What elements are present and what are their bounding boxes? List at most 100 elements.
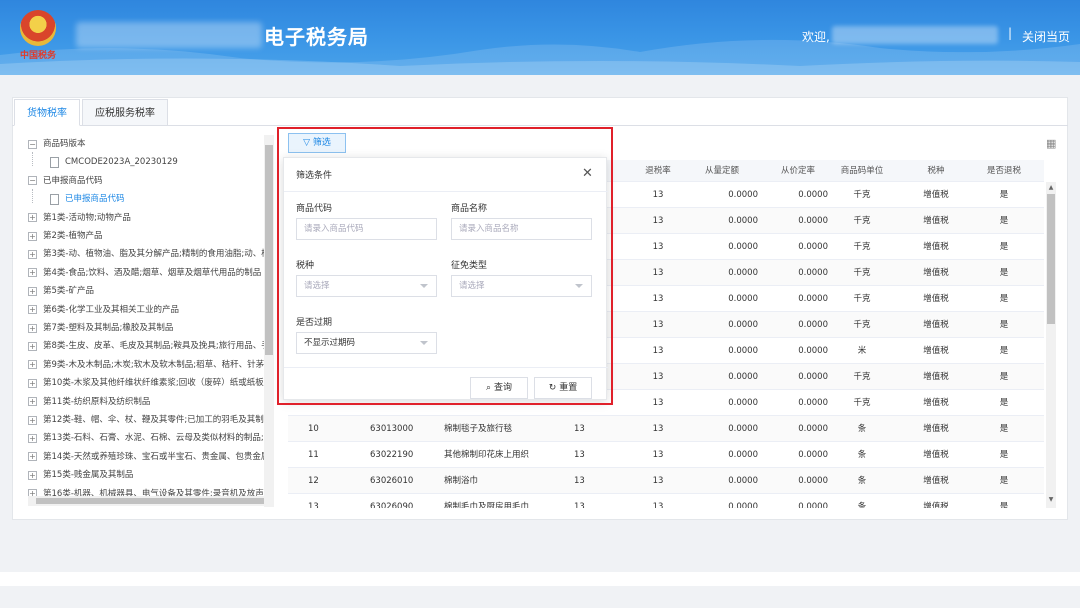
table-cell-tax: 增值税 (923, 372, 949, 382)
table-cell-isrefund: 是 (999, 242, 1009, 252)
table-cell-refund: 13 (652, 190, 664, 200)
column-settings-icon[interactable]: ▦ (1046, 137, 1058, 150)
column-header[interactable]: 从价定率 (768, 160, 828, 182)
tree-node[interactable]: − 已申报商品代码 (28, 172, 103, 190)
tree-node[interactable]: CMCODE2023A_20230129 (50, 153, 178, 171)
tree-node-label: 已申报商品代码 (43, 175, 103, 186)
code-input[interactable]: 请录入商品代码 (296, 218, 437, 240)
expired-select[interactable]: 不显示过期码 (296, 332, 437, 354)
table-cell-code: 63026090 (370, 502, 414, 508)
tree-node[interactable]: + 第14类-天然或养殖珍珠、宝石或半宝石、贵金属、包贵金属 (28, 448, 268, 466)
filter-icon: ▽ (303, 138, 311, 148)
query-button[interactable]: ⌕ 查询 (470, 377, 528, 399)
table-cell-tax: 增值税 (923, 216, 949, 226)
tree-node[interactable]: + 第11类-纺织原料及纺织制品 (28, 393, 150, 411)
close-page-link[interactable]: 关闭当页 (1022, 28, 1070, 45)
expand-icon[interactable]: + (28, 268, 37, 278)
tree-node[interactable]: + 第12类-鞋、帽、伞、杖、鞭及其零件;已加工的羽毛及其制 (28, 411, 264, 429)
table-cell-fixed: 0.0000 (728, 450, 758, 460)
tree-vertical-scrollbar[interactable] (264, 135, 274, 507)
filter-button[interactable]: ▽ 筛选 (288, 133, 346, 153)
expand-icon[interactable]: + (28, 249, 37, 259)
table-cell-refund: 13 (652, 242, 664, 252)
chevron-down-icon (575, 284, 583, 288)
expand-icon[interactable]: + (28, 415, 37, 425)
table-cell-adval: 0.0000 (798, 372, 828, 382)
tab-bar: 货物税率 应税服务税率 (14, 99, 170, 126)
name-input[interactable]: 请录入商品名称 (451, 218, 592, 240)
table-cell-code: 63022190 (370, 450, 414, 460)
tree-node[interactable]: + 第9类-木及木制品;木炭;软木及软木制品;稻草、秸秆、针茅 (28, 356, 264, 374)
column-header[interactable]: 商品码单位 (834, 160, 890, 182)
table-cell-fixed: 0.0000 (728, 268, 758, 278)
column-header[interactable]: 退税率 (628, 160, 688, 182)
table-cell-isrefund: 是 (999, 476, 1009, 486)
table-cell-rate: 13 (574, 424, 585, 434)
tab-goods-tax-rate[interactable]: 货物税率 (14, 99, 80, 126)
tree-node-label: 第15类-贱金属及其制品 (43, 470, 134, 481)
tree-node[interactable]: + 第6类-化学工业及其相关工业的产品 (28, 301, 179, 319)
tree-node[interactable]: + 第1类-活动物;动物产品 (28, 209, 131, 227)
tree-node[interactable]: + 第15类-贱金属及其制品 (28, 466, 133, 484)
chevron-down-icon (420, 341, 428, 345)
table-row[interactable]: 13 63026090 棉制毛巾及厨房用毛巾 13 13 0.0000 0.0000 条 增值税… (288, 494, 1044, 508)
code-label: 商品代码 (296, 204, 333, 214)
expand-icon[interactable]: + (28, 452, 37, 462)
table-row[interactable]: 11 63022190 其他棉制印花床上用织 13 13 0.0000 0.0000 条 增值税… (288, 442, 1044, 468)
blurred-user-name (832, 26, 998, 44)
close-icon[interactable]: ✕ (582, 166, 593, 181)
tree-node[interactable]: + 第2类-植物产品 (28, 227, 102, 245)
expand-icon[interactable]: + (28, 378, 37, 388)
expand-icon[interactable]: + (28, 323, 37, 333)
expand-icon[interactable]: + (28, 433, 37, 443)
table-cell-rate: 13 (574, 450, 585, 460)
table-cell-isrefund: 是 (999, 372, 1009, 382)
tree-horizontal-scrollbar[interactable] (28, 496, 274, 506)
tree-node[interactable]: + 第13类-石料、石膏、水泥、石棉、云母及类似材料的制品; (28, 429, 264, 447)
table-cell-name: 棉制浴巾 (444, 476, 479, 486)
tree-node[interactable]: − 商品码版本 (28, 135, 86, 153)
column-header[interactable]: 税种 (906, 160, 966, 182)
table-cell-tax: 增值税 (923, 320, 949, 330)
tree-node-label: 第6类-化学工业及其相关工业的产品 (43, 304, 179, 315)
expand-icon[interactable]: + (28, 231, 37, 241)
tree-node-label: CMCODE2023A_20230129 (65, 157, 178, 168)
exempt-type-label: 征免类型 (451, 261, 488, 271)
table-vertical-scrollbar[interactable]: ▲ ▼ (1046, 182, 1056, 508)
tree-node[interactable]: + 第5类-矿产品 (28, 282, 94, 300)
table-row[interactable]: 10 63013000 棉制毯子及旅行毯 13 13 0.0000 0.0000 条 增值税 是 (288, 416, 1044, 442)
filter-popup: 筛选条件 ✕ 商品代码 请录入商品代码 商品名称 请录入商品名称 税种 请选择 … (283, 157, 608, 400)
column-header[interactable]: 从量定额 (692, 160, 752, 182)
table-cell-fixed: 0.0000 (728, 398, 758, 408)
tree-node[interactable]: + 第4类-食品;饮料、酒及醋;烟草、烟草及烟草代用品的制品 (28, 264, 261, 282)
table-row[interactable]: 12 63026010 棉制浴巾 13 13 0.0000 0.0000 条 增值税 是 (288, 468, 1044, 494)
tree-node[interactable]: + 第8类-生皮、皮革、毛皮及其制品;鞍具及挽具;旅行用品、手 (28, 337, 268, 355)
expand-icon[interactable]: + (28, 470, 37, 480)
tree-node-label: 第1类-活动物;动物产品 (43, 212, 131, 223)
tab-service-tax-rate[interactable]: 应税服务税率 (82, 99, 168, 126)
table-cell-tax: 增值税 (923, 294, 949, 304)
table-cell-fixed: 0.0000 (728, 346, 758, 356)
expand-icon[interactable]: + (28, 397, 37, 407)
expand-icon[interactable]: + (28, 305, 37, 315)
collapse-icon[interactable]: − (28, 176, 37, 186)
reset-icon: ↻ (548, 383, 557, 393)
table-cell-adval: 0.0000 (798, 190, 828, 200)
expand-icon[interactable]: + (28, 360, 37, 370)
expand-icon[interactable]: + (28, 286, 37, 296)
expand-icon[interactable]: + (28, 213, 37, 223)
collapse-icon[interactable]: − (28, 139, 37, 149)
exempt-type-select[interactable]: 请选择 (451, 275, 592, 297)
tree-node[interactable]: 已申报商品代码 (50, 190, 125, 208)
reset-button[interactable]: ↻ 重置 (534, 377, 592, 399)
tax-emblem-logo: 中国税务 (14, 8, 62, 64)
table-cell-tax: 增值税 (923, 476, 949, 486)
tree-node[interactable]: + 第7类-塑料及其制品;橡胶及其制品 (28, 319, 173, 337)
tree-node[interactable]: + 第3类-动、植物油、脂及其分解产品;精制的食用油脂;动、植 (28, 245, 268, 263)
expand-icon[interactable]: + (28, 341, 37, 351)
table-cell-isrefund: 是 (999, 346, 1009, 356)
table-cell-fixed: 0.0000 (728, 320, 758, 330)
column-header[interactable]: 是否退税 (974, 160, 1034, 182)
tree-node[interactable]: + 第10类-木浆及其他纤维状纤维素浆;回收（废碎）纸或纸板 (28, 374, 264, 392)
tax-type-select[interactable]: 请选择 (296, 275, 437, 297)
